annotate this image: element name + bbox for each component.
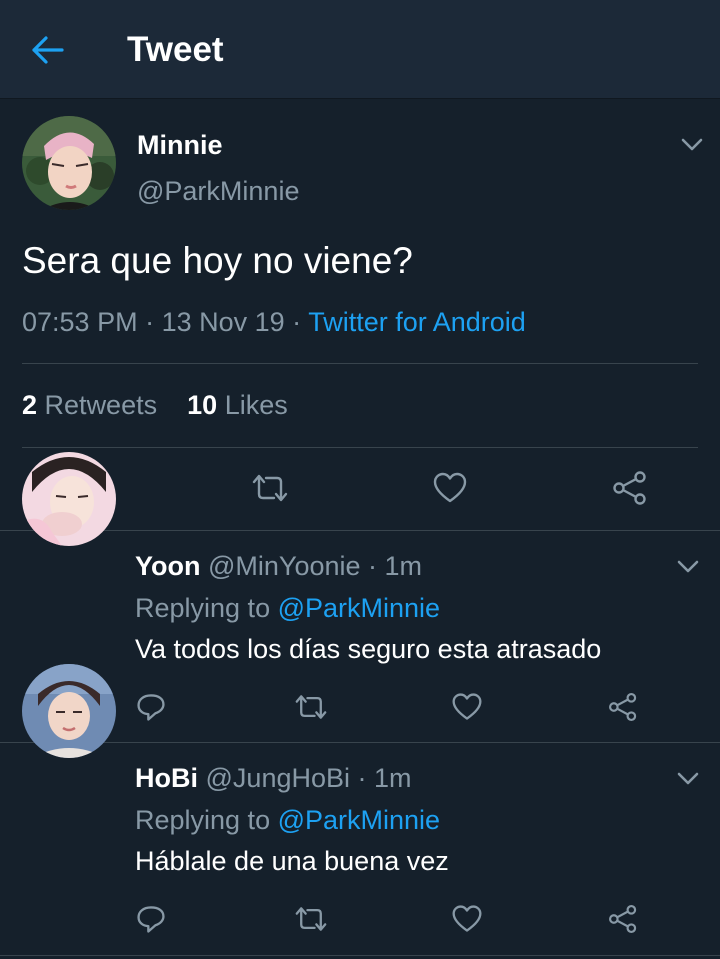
divider [22, 447, 698, 448]
like-icon [433, 472, 467, 503]
tweet-meta: 07:53 PM · 13 Nov 19 · Twitter for Andro… [22, 307, 526, 338]
retweets-label: Retweets [44, 390, 158, 420]
retweet-button[interactable] [289, 897, 333, 941]
divider [22, 363, 698, 364]
avatar-image [22, 664, 116, 758]
tweet-text: Sera que hoy no viene? [22, 240, 413, 281]
retweets-count: 2 [22, 390, 38, 420]
avatar[interactable] [22, 116, 116, 210]
meta-separator: · [284, 307, 309, 337]
likes-stat[interactable]: 10 Likes [187, 390, 288, 420]
avatar[interactable] [22, 452, 116, 546]
replying-label: Replying to [135, 805, 271, 835]
main-tweet: Minnie @ParkMinnie Sera que hoy no viene… [0, 99, 720, 531]
app-header: Tweet [0, 0, 720, 99]
reply-button[interactable] [129, 897, 173, 941]
like-button[interactable] [428, 466, 472, 510]
retweet-icon [252, 474, 288, 502]
retweet-button[interactable] [248, 466, 292, 510]
like-button[interactable] [445, 897, 489, 941]
tweet-source-link[interactable]: Twitter for Android [308, 307, 526, 337]
avatar-image [22, 116, 116, 210]
chevron-down-icon[interactable] [678, 130, 706, 158]
share-icon [609, 905, 637, 933]
replying-to-link[interactable]: @ParkMinnie [278, 593, 440, 623]
retweet-button[interactable] [289, 685, 333, 729]
reply-author-handle[interactable]: @JungHoBi [206, 763, 350, 793]
reply-time: · 1m [357, 763, 412, 793]
share-button[interactable] [601, 897, 645, 941]
reply-text: Va todos los días seguro esta atrasado [135, 634, 602, 664]
tweet-screen: Tweet Minnie @ParkMinnie Sera que hoy no… [0, 0, 720, 959]
replying-to: Replying to @ParkMinnie [135, 805, 440, 836]
reply-author-handle[interactable]: @MinYoonie [208, 551, 361, 581]
reply-text: Háblale de una buena vez [135, 846, 449, 876]
author-name[interactable]: Minnie [137, 130, 223, 161]
share-button[interactable] [608, 466, 652, 510]
like-button[interactable] [445, 685, 489, 729]
author-handle[interactable]: @ParkMinnie [137, 176, 299, 207]
avatar[interactable] [22, 664, 116, 758]
tweet-stats: 2 Retweets 10 Likes [22, 390, 288, 421]
retweet-icon [295, 695, 327, 719]
arrow-left-icon [32, 36, 64, 64]
reply-author-name[interactable]: Yoon [135, 551, 200, 581]
likes-label: Likes [224, 390, 288, 420]
share-button[interactable] [601, 685, 645, 729]
likes-count: 10 [187, 390, 218, 420]
divider [0, 955, 720, 956]
share-icon [609, 693, 637, 721]
tweet-time: 07:53 PM [22, 307, 138, 337]
replying-to-link[interactable]: @ParkMinnie [278, 805, 440, 835]
divider [0, 742, 720, 743]
reply-header: HoBi @JungHoBi · 1m [135, 763, 412, 794]
reply-icon [137, 694, 165, 721]
reply-icon [137, 906, 165, 933]
like-icon [452, 693, 482, 720]
chevron-down-icon[interactable] [674, 764, 702, 792]
reply-time: · 1m [368, 551, 423, 581]
reply-header: Yoon @MinYoonie · 1m [135, 551, 422, 582]
page-title: Tweet [127, 30, 224, 69]
avatar-image [22, 452, 116, 546]
chevron-down-icon[interactable] [674, 552, 702, 580]
like-icon [452, 905, 482, 932]
share-icon [613, 471, 646, 505]
retweet-icon [295, 907, 327, 931]
replying-to: Replying to @ParkMinnie [135, 593, 440, 624]
reply-author-name[interactable]: HoBi [135, 763, 198, 793]
back-button[interactable] [26, 28, 70, 72]
reply-button[interactable] [129, 685, 173, 729]
meta-separator: · [137, 307, 162, 337]
replying-label: Replying to [135, 593, 271, 623]
retweets-stat[interactable]: 2 Retweets [22, 390, 157, 420]
tweet-date: 13 Nov 19 [161, 307, 285, 337]
